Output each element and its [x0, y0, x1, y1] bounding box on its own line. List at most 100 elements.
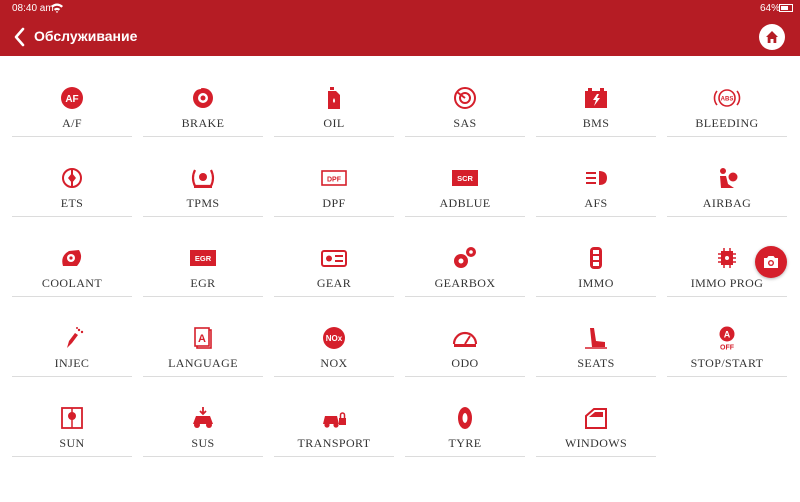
function-tile[interactable]: A LANGUAGE	[143, 320, 263, 377]
function-tile[interactable]: TYRE	[405, 400, 525, 457]
function-label: WINDOWS	[564, 436, 628, 450]
function-tile[interactable]: WINDOWS	[536, 400, 656, 457]
brake-disc-icon	[193, 87, 213, 108]
function-tile[interactable]: ODO	[405, 320, 525, 377]
function-label: OIL	[323, 116, 345, 130]
function-tile[interactable]: COOLANT	[12, 240, 132, 297]
function-tile[interactable]: SEATS	[536, 320, 656, 377]
function-label: NOX	[320, 356, 348, 370]
home-icon	[766, 31, 778, 43]
svg-text:EGR: EGR	[195, 254, 212, 263]
transport-icon	[323, 412, 346, 428]
battery-icon	[585, 88, 607, 108]
page-title: Обслуживание	[34, 28, 138, 44]
function-tile[interactable]: TRANSPORT	[274, 400, 394, 457]
function-label: A/F	[62, 116, 82, 130]
function-label: LANGUAGE	[168, 356, 238, 370]
stop-start-icon: A OFF	[719, 326, 735, 351]
tyre-icon	[458, 407, 472, 429]
coolant-icon	[62, 250, 82, 266]
function-label: AFS	[584, 196, 608, 210]
function-tile[interactable]: SUS	[143, 400, 263, 457]
function-tile[interactable]: ETS	[12, 160, 132, 217]
function-tile[interactable]: BMS	[536, 80, 656, 137]
status-bar: 08:40 am 64%	[0, 0, 800, 18]
function-tile[interactable]: IMMO	[536, 240, 656, 297]
screenshot-button[interactable]	[755, 246, 787, 278]
function-label: SAS	[453, 116, 477, 130]
function-tile[interactable]: INJEC	[12, 320, 132, 377]
function-tile[interactable]: DPF DPF	[274, 160, 394, 217]
app-bar: Обслуживание	[0, 18, 800, 56]
headlight-icon	[586, 171, 607, 185]
function-label: DPF	[322, 196, 346, 210]
language-icon: A	[194, 327, 212, 349]
svg-text:ABS: ABS	[721, 97, 734, 103]
airbag-icon	[720, 168, 738, 188]
function-tile[interactable]: OIL	[274, 80, 394, 137]
function-label: SUN	[59, 436, 85, 450]
function-label: BRAKE	[181, 116, 225, 130]
steering-angle-icon	[454, 87, 476, 109]
suspension-icon	[193, 407, 213, 428]
battery-icon	[779, 4, 793, 12]
function-tile[interactable]: A OFF STOP/START	[667, 320, 787, 377]
function-label: IMMO PROG	[690, 276, 764, 290]
function-tile[interactable]: ABS BLEEDING	[667, 80, 787, 137]
svg-text:DPF: DPF	[327, 177, 342, 184]
svg-text:OFF: OFF	[720, 345, 735, 351]
svg-text:SCR: SCR	[457, 174, 473, 183]
function-label: SEATS	[577, 356, 615, 370]
function-tile[interactable]: GEAR	[274, 240, 394, 297]
function-label: STOP/START	[690, 356, 764, 370]
function-tile[interactable]: EGR EGR	[143, 240, 263, 297]
function-label: INJEC	[54, 356, 90, 370]
function-tile[interactable]: SAS	[405, 80, 525, 137]
function-tile[interactable]: AF A/F	[12, 80, 132, 137]
chip-icon	[718, 248, 736, 268]
svg-text:A: A	[724, 330, 731, 340]
function-tile[interactable]: BRAKE	[143, 80, 263, 137]
function-label: GEARBOX	[434, 276, 496, 290]
scr-icon: SCR	[452, 170, 478, 186]
function-label: IMMO	[578, 276, 614, 290]
home-button[interactable]	[759, 24, 785, 50]
gearbox-icon	[454, 247, 476, 268]
function-tile[interactable]: TPMS	[143, 160, 263, 217]
function-label: ODO	[451, 356, 479, 370]
abs-icon: ABS	[713, 89, 741, 107]
function-label: AIRBAG	[702, 196, 752, 210]
window-icon	[585, 408, 607, 429]
function-tile[interactable]: AFS	[536, 160, 656, 217]
seat-icon	[585, 328, 607, 349]
function-tile[interactable]: GEARBOX	[405, 240, 525, 297]
oil-can-icon	[328, 87, 340, 109]
camera-icon	[764, 256, 778, 268]
function-tile[interactable]: NOx NOX	[274, 320, 394, 377]
function-tile[interactable]: AIRBAG	[667, 160, 787, 217]
function-label: GEAR	[316, 276, 352, 290]
function-tile[interactable]: SUN	[12, 400, 132, 457]
injector-icon	[67, 327, 84, 348]
function-label: COOLANT	[41, 276, 103, 290]
wifi-icon	[50, 1, 64, 18]
function-label: BLEEDING	[695, 116, 759, 130]
battery-level: 64%	[760, 3, 781, 14]
status-time: 08:40 am	[12, 3, 54, 14]
back-button[interactable]	[10, 25, 30, 49]
tire-pressure-icon	[191, 169, 215, 188]
egr-icon: EGR	[190, 250, 216, 266]
svg-text:A: A	[198, 333, 206, 345]
function-tile[interactable]: SCR ADBLUE	[405, 160, 525, 217]
svg-text:AF: AF	[65, 94, 78, 105]
svg-text:NOx: NOx	[326, 334, 343, 343]
throttle-icon	[62, 168, 82, 188]
odometer-icon	[452, 331, 478, 347]
dpf-icon: DPF	[321, 170, 347, 186]
nox-icon: NOx	[323, 327, 345, 349]
function-label: SUS	[191, 436, 215, 450]
key-fob-icon	[590, 247, 602, 269]
function-label: TRANSPORT	[297, 436, 371, 450]
function-label: BMS	[582, 116, 610, 130]
function-label: ETS	[60, 196, 84, 210]
